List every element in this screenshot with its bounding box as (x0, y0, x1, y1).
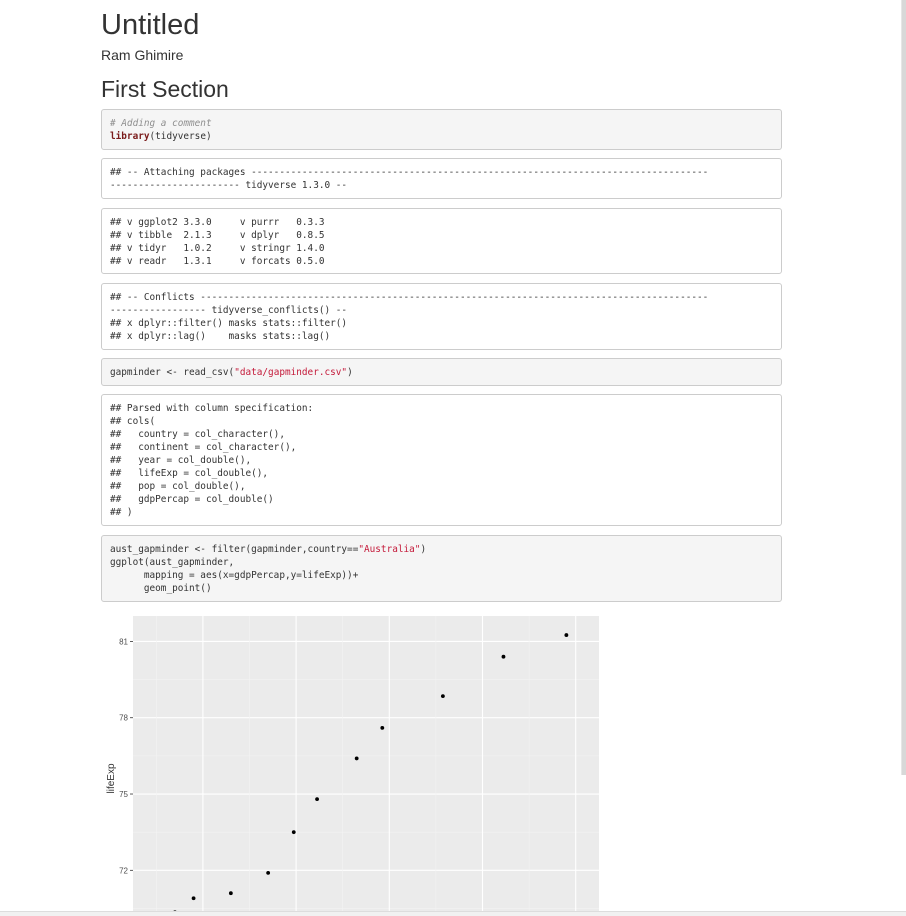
document-author: Ram Ghimire (101, 47, 184, 63)
document-title: Untitled (101, 9, 200, 41)
output-line: ## country = col_character(), (110, 429, 285, 440)
output-line: ## -- Conflicts ------------------------… (110, 292, 709, 303)
data-point (228, 891, 233, 896)
output-line: ## continent = col_character(), (110, 442, 297, 453)
code-text: geom_point() (110, 583, 212, 594)
code-text: aust_gapminder <- filter(gapminder,count… (110, 544, 359, 555)
code-comment: # Adding a comment (110, 118, 212, 129)
code-text: gapminder <- read_csv( (110, 367, 235, 378)
output-line: ## v ggplot2 3.3.0 v purrr 0.3.3 (110, 217, 325, 228)
y-tick-label: 72 (119, 866, 128, 875)
output-line: ----------------------- tidyverse 1.3.0 … (110, 180, 348, 191)
output-block-conflicts: ## -- Conflicts ------------------------… (101, 283, 782, 350)
output-line: ## x dplyr::lag() masks stats::lag() (110, 331, 331, 342)
data-point (291, 830, 296, 835)
scatter-plot-svg: 72 75 78 81 lifeExp (101, 614, 601, 911)
data-point (266, 870, 271, 875)
output-line: ## gdpPercap = col_double() (110, 494, 274, 505)
scatter-plot: 72 75 78 81 lifeExp (101, 614, 601, 911)
horizontal-scrollbar[interactable] (0, 911, 906, 916)
output-line: ## ) (110, 507, 133, 518)
output-line: ## lifeExp = col_double(), (110, 468, 269, 479)
code-text: ggplot(aust_gapminder, (110, 557, 235, 568)
data-point (354, 756, 359, 761)
section-heading: First Section (101, 76, 229, 102)
code-string: "data/gapminder.csv" (234, 367, 348, 378)
y-tick-label: 78 (119, 714, 128, 723)
output-line: ## v tibble 2.1.3 v dplyr 0.8.5 (110, 230, 325, 241)
data-point (191, 896, 196, 901)
code-block-ggplot: aust_gapminder <- filter(gapminder,count… (101, 535, 782, 602)
y-axis-label: lifeExp (106, 763, 117, 793)
code-string: "Australia" (358, 544, 421, 555)
output-block-packages: ## v ggplot2 3.3.0 v purrr 0.3.3 ## v tib… (101, 208, 782, 274)
output-block-parsed: ## Parsed with column specification: ## c… (101, 394, 782, 526)
code-text: (tidyverse) (149, 131, 212, 142)
output-line: ----------------- tidyverse_conflicts() … (110, 305, 348, 316)
data-point (564, 633, 569, 637)
code-block-read-csv: gapminder <- read_csv("data/gapminder.cs… (101, 358, 782, 386)
y-tick-label: 81 (119, 637, 128, 646)
output-line: ## pop = col_double(), (110, 481, 246, 492)
output-line: ## v tidyr 1.0.2 v stringr 1.4.0 (110, 243, 325, 254)
code-text: ) (347, 367, 353, 378)
data-point (440, 694, 445, 699)
data-point (315, 797, 319, 802)
code-block-library: # Adding a comment library(tidyverse) (101, 109, 782, 150)
output-block-attaching: ## -- Attaching packages ---------------… (101, 158, 782, 199)
output-line: ## -- Attaching packages ---------------… (110, 167, 709, 178)
code-text: mapping = aes(x=gdpPercap,y=lifeExp))+ (110, 570, 359, 581)
data-point (501, 654, 506, 659)
output-line: ## cols( (110, 416, 156, 427)
code-keyword: library (110, 131, 150, 142)
output-line: ## year = col_double(), (110, 455, 252, 466)
output-line: ## v readr 1.3.1 v forcats 0.5.0 (110, 256, 325, 267)
y-tick-label: 75 (119, 790, 128, 799)
output-line: ## x dplyr::filter() masks stats::filter… (110, 318, 348, 329)
code-text: ) (420, 544, 427, 555)
data-point (380, 725, 385, 730)
page-scrollbar[interactable] (901, 0, 906, 775)
output-line: ## Parsed with column specification: (110, 403, 314, 414)
